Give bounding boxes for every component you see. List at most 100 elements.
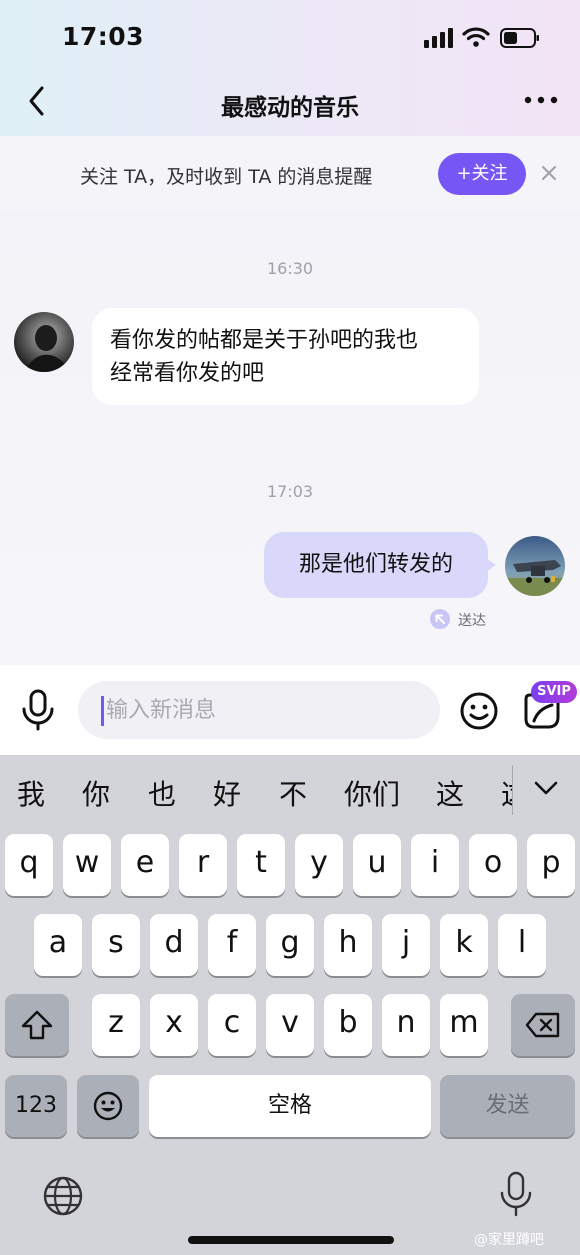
voice-input-icon[interactable] — [20, 689, 56, 731]
candidate-word[interactable]: 好 — [213, 773, 241, 813]
message-input-bar: SVIP — [0, 665, 580, 755]
key-label: d — [164, 925, 184, 960]
globe-icon[interactable] — [42, 1175, 84, 1217]
chevron-down-icon[interactable] — [532, 777, 560, 799]
keyboard-emoji-icon — [93, 1091, 123, 1121]
key-k[interactable]: k — [440, 914, 488, 976]
key-o[interactable]: o — [469, 834, 517, 896]
key-y[interactable]: y — [295, 834, 343, 896]
numbers-key[interactable]: 123 — [5, 1075, 67, 1137]
follow-banner: 关注 TA，及时收到 TA 的消息提醒 +关注 — [0, 136, 580, 212]
key-label: t — [255, 845, 267, 880]
key-e[interactable]: e — [121, 834, 169, 896]
key-g[interactable]: g — [266, 914, 314, 976]
wifi-icon — [462, 27, 490, 47]
key-label: g — [280, 925, 300, 960]
follow-button[interactable]: +关注 — [438, 153, 526, 195]
message-timestamp: 17:03 — [266, 482, 314, 501]
candidate-bar: 我 你 也 好 不 你们 这 这 — [0, 755, 580, 827]
nav-bar: 最感动的音乐 — [0, 70, 580, 136]
delivery-status-text: 送达 — [458, 613, 486, 629]
key-v[interactable]: v — [266, 994, 314, 1056]
key-label: y — [310, 845, 328, 880]
key-b[interactable]: b — [324, 994, 372, 1056]
key-i[interactable]: i — [411, 834, 459, 896]
candidate-word[interactable]: 这 — [436, 773, 464, 813]
key-label: c — [223, 1005, 241, 1040]
send-key[interactable]: 发送 — [440, 1075, 575, 1137]
home-indicator — [188, 1236, 394, 1244]
candidate-word[interactable]: 这 — [501, 773, 512, 813]
outgoing-message-bubble[interactable]: 那是他们转发的 — [264, 532, 496, 598]
key-label: x — [165, 1005, 183, 1040]
shift-key[interactable] — [5, 994, 69, 1056]
more-icon[interactable] — [524, 90, 558, 110]
key-label: w — [74, 845, 100, 880]
key-label: e — [135, 845, 155, 880]
key-r[interactable]: r — [179, 834, 227, 896]
emoji-icon[interactable] — [459, 691, 499, 731]
key-u[interactable]: u — [353, 834, 401, 896]
key-label: h — [338, 925, 358, 960]
incoming-message-bubble[interactable]: 看你发的帖都是关于孙吧的我也 经常看你发的吧 — [92, 308, 479, 405]
battery-icon — [500, 28, 539, 48]
candidate-word[interactable]: 不 — [279, 773, 307, 813]
key-label: f — [226, 925, 238, 960]
delete-key[interactable] — [511, 994, 575, 1056]
candidate-word[interactable]: 我 — [17, 773, 45, 813]
key-l[interactable]: l — [498, 914, 546, 976]
send-key-label: 发送 — [485, 1093, 530, 1118]
key-label: u — [367, 845, 387, 880]
keyboard: 我 你 也 好 不 你们 这 这 qwe r t y u i o p a s d f g h j k l z x… — [0, 755, 580, 1255]
key-label: s — [108, 925, 124, 960]
key-s[interactable]: s — [92, 914, 140, 976]
key-label: z — [108, 1005, 124, 1040]
key-label: r — [196, 845, 210, 880]
key-label: a — [48, 925, 68, 960]
my-avatar-image — [505, 536, 565, 596]
backspace-icon — [525, 1012, 560, 1038]
space-key[interactable]: 空格 — [149, 1075, 431, 1137]
key-label: m — [449, 1005, 479, 1040]
watermark: @家里蹲吧 — [474, 1232, 544, 1248]
key-label: j — [401, 925, 411, 960]
avatar[interactable] — [505, 536, 565, 596]
key-label: i — [430, 845, 440, 880]
candidate-word[interactable]: 你 — [82, 773, 110, 813]
key-f[interactable]: f — [208, 914, 256, 976]
message-input[interactable] — [78, 681, 440, 739]
other-user-avatar-image — [14, 312, 74, 372]
key-h[interactable]: h — [324, 914, 372, 976]
key-n[interactable]: n — [382, 994, 430, 1056]
key-label: k — [455, 925, 473, 960]
key-w[interactable]: w — [63, 834, 111, 896]
key-q[interactable]: q — [5, 834, 53, 896]
candidate-word[interactable]: 你们 — [344, 773, 400, 813]
key-c[interactable]: c — [208, 994, 256, 1056]
key-j[interactable]: j — [382, 914, 430, 976]
key-label: l — [517, 925, 527, 960]
key-t[interactable]: t — [237, 834, 285, 896]
dictation-mic-icon[interactable] — [498, 1171, 534, 1219]
key-x[interactable]: x — [150, 994, 198, 1056]
key-label: q — [19, 845, 39, 880]
page-title: 最感动的音乐 — [221, 95, 359, 121]
status-bar: 17:03 — [0, 0, 580, 70]
key-p[interactable]: p — [527, 834, 575, 896]
candidate-divider — [512, 765, 513, 815]
svip-badge: SVIP — [531, 681, 577, 703]
message-text-line: 经常看你发的吧 — [110, 361, 265, 386]
key-z[interactable]: z — [92, 994, 140, 1056]
text-cursor — [101, 696, 104, 726]
cellular-signal-icon — [424, 28, 453, 48]
avatar[interactable] — [14, 312, 74, 372]
close-icon[interactable] — [538, 162, 560, 184]
message-text: 那是他们转发的 — [298, 552, 453, 577]
key-a[interactable]: a — [34, 914, 82, 976]
space-key-label: 空格 — [267, 1093, 312, 1118]
candidate-word[interactable]: 也 — [148, 773, 176, 813]
key-m[interactable]: m — [440, 994, 488, 1056]
key-label: p — [541, 845, 561, 880]
key-d[interactable]: d — [150, 914, 198, 976]
emoji-key[interactable] — [77, 1075, 139, 1137]
